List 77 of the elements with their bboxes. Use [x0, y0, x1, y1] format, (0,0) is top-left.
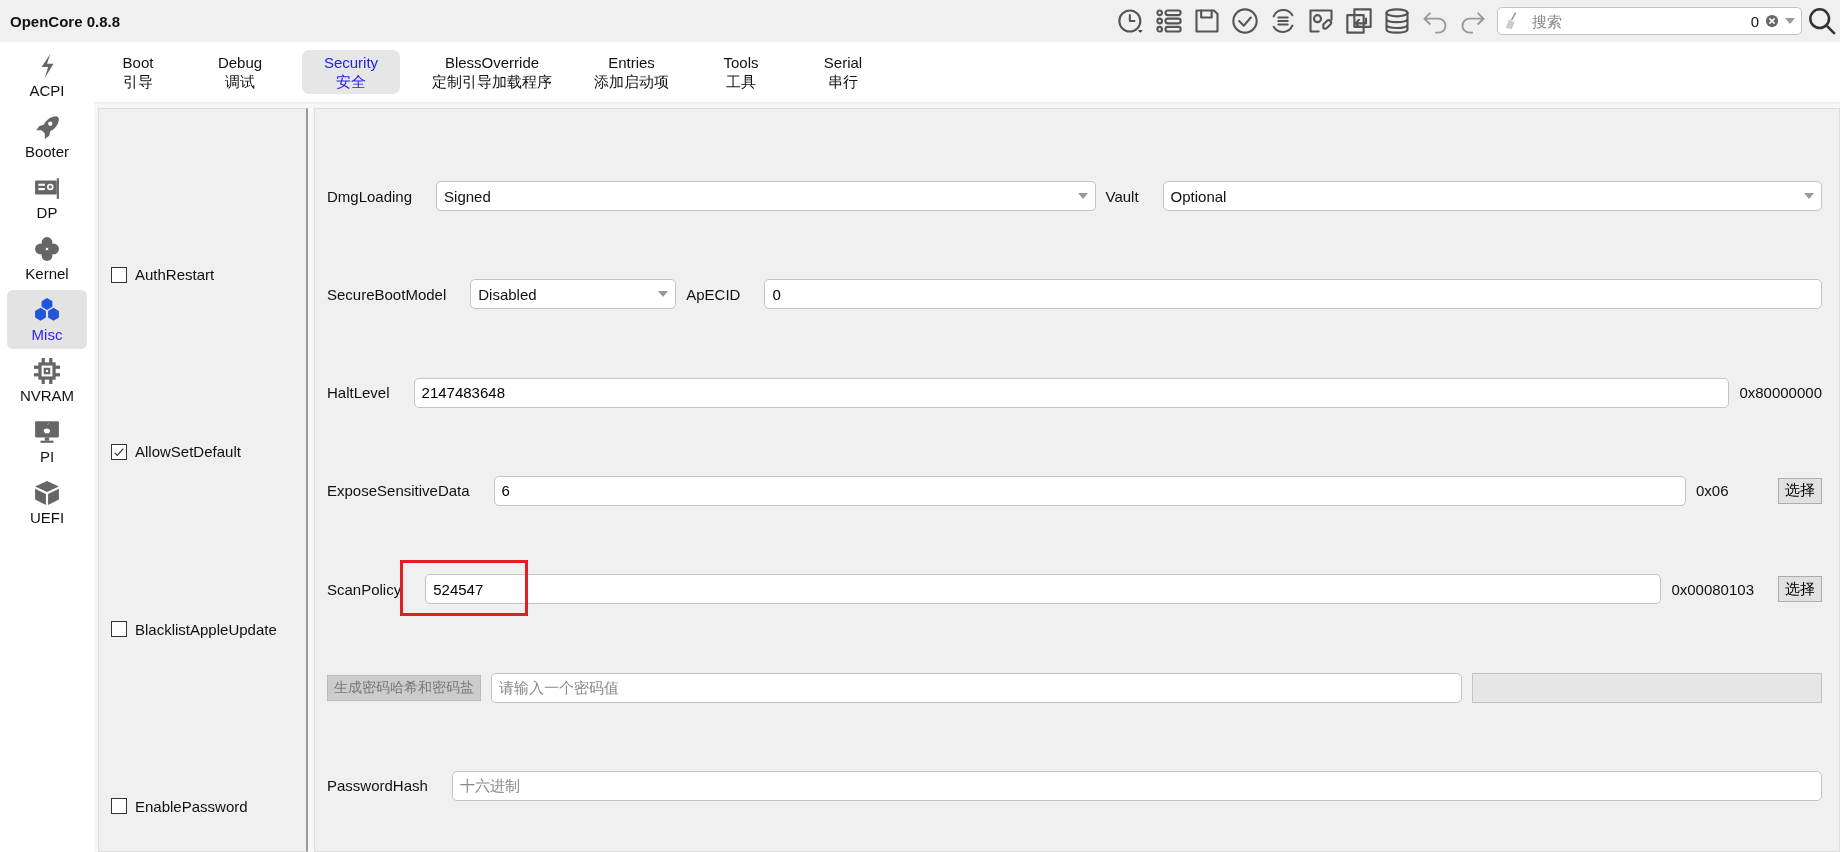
list-button[interactable]: [1155, 7, 1183, 35]
check-circle-button[interactable]: [1231, 7, 1259, 35]
field-label: SecureBootModel: [327, 285, 448, 303]
input-field[interactable]: 6: [493, 476, 1686, 506]
sidebar-item[interactable]: Booter: [7, 107, 87, 166]
search-icon: [1808, 7, 1836, 35]
search-input[interactable]: 搜索: [1530, 11, 1745, 31]
section-icon: [34, 296, 60, 323]
dropdown[interactable]: Optional: [1162, 181, 1822, 211]
image-link-button[interactable]: [1307, 7, 1335, 35]
caret-icon: [1077, 193, 1088, 199]
field-label: DmgLoading: [327, 187, 414, 205]
sidebar-item[interactable]: DP: [7, 168, 87, 227]
sidebar-item[interactable]: Misc: [7, 290, 87, 349]
section-icon: [34, 357, 60, 384]
input-field[interactable]: 十六进制: [451, 770, 1822, 801]
tab[interactable]: BlessOverride 定制引导加载程序: [422, 50, 562, 94]
image-link-icon: [1307, 7, 1335, 35]
checkbox[interactable]: [111, 443, 127, 460]
field-label: ApECID: [686, 285, 742, 303]
save-icon: [1193, 7, 1221, 35]
hex-value: 0x80000000: [1739, 384, 1822, 402]
checkmark-icon: [113, 445, 125, 458]
database-icon: [1383, 7, 1411, 35]
checkbox-label: AuthRestart: [135, 266, 215, 283]
check-circle-icon: [1231, 7, 1259, 35]
sidebar-item[interactable]: PI: [7, 412, 87, 471]
checkbox-label: BlacklistAppleUpdate: [135, 620, 277, 638]
tab[interactable]: Serial 串行: [803, 50, 883, 94]
checkbox[interactable]: [111, 798, 127, 815]
select-button[interactable]: 选择: [1778, 576, 1822, 603]
tab[interactable]: Entries 添加启动项: [584, 50, 679, 94]
import-icon: [1345, 7, 1373, 35]
checkbox-label: AllowSetDefault: [135, 443, 241, 461]
dropdown[interactable]: Disabled: [470, 279, 677, 310]
window-title: OpenCore 0.8.8: [10, 12, 122, 30]
dropdown[interactable]: Signed: [436, 181, 1096, 211]
tab[interactable]: Debug 调试: [200, 50, 280, 94]
section-icon: [34, 235, 60, 262]
section-icon: [34, 113, 60, 140]
caret-icon: [658, 291, 669, 298]
section-icon: [34, 479, 60, 506]
checkbox[interactable]: [111, 266, 127, 283]
caret-icon: [1785, 18, 1795, 24]
field-label: HaltLevel: [327, 384, 391, 402]
clear-icon: [1765, 14, 1779, 28]
hex-value: 0x00080103: [1671, 580, 1754, 598]
hex-value: 0x06: [1696, 482, 1730, 500]
checkbox-label: EnablePassword: [135, 798, 248, 815]
input-field[interactable]: 2147483648: [413, 377, 1730, 408]
input-field[interactable]: 0: [764, 279, 1822, 310]
field-label: Vault: [1105, 187, 1140, 205]
history-icon: [1117, 7, 1145, 35]
select-button[interactable]: 选择: [1778, 478, 1822, 504]
tab[interactable]: Tools 工具: [701, 50, 781, 94]
section-icon: [34, 418, 60, 445]
input-field[interactable]: 请输入一个密码值: [491, 672, 1462, 703]
field-label: ScanPolicy: [327, 580, 403, 598]
tab[interactable]: Boot 引导: [98, 50, 178, 94]
tab[interactable]: Security 安全: [302, 50, 400, 94]
checkbox[interactable]: [111, 621, 127, 638]
field-label: ExposeSensitiveData: [327, 482, 471, 500]
list-icon: [1155, 7, 1183, 35]
sidebar-item[interactable]: Kernel: [7, 229, 87, 288]
field-label: PasswordHash: [327, 777, 429, 795]
search-field[interactable]: 搜索 0: [1497, 7, 1802, 35]
save-button[interactable]: [1193, 7, 1221, 35]
result-count: 0: [1750, 12, 1759, 30]
sidebar-item[interactable]: NVRAM: [7, 351, 87, 410]
sidebar-item[interactable]: ACPI: [7, 46, 87, 105]
database-button[interactable]: [1383, 7, 1411, 35]
input-field[interactable]: 524547: [425, 574, 1662, 605]
history-button[interactable]: [1117, 7, 1145, 35]
sidebar-item[interactable]: UEFI: [7, 473, 87, 532]
search-button[interactable]: [1808, 7, 1836, 35]
import-button[interactable]: [1345, 7, 1373, 35]
caret-icon: [1804, 193, 1814, 199]
